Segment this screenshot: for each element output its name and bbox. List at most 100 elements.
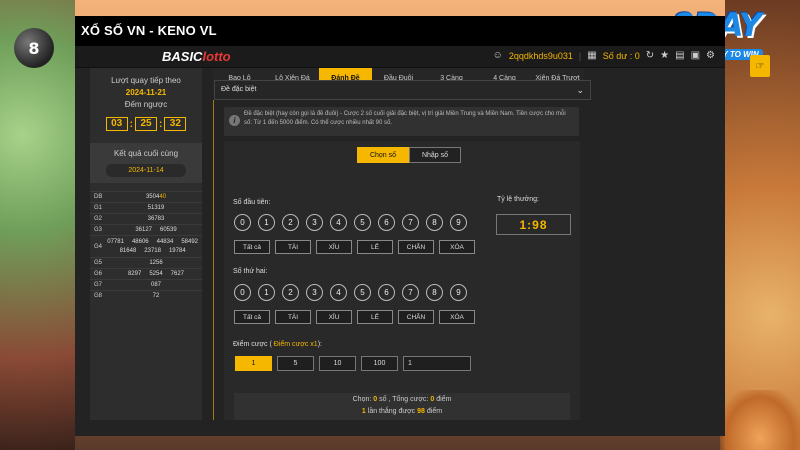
digit-button[interactable]: 7 [402, 214, 419, 231]
prize-number: 36127 [135, 227, 152, 233]
bet-option[interactable]: 10 [319, 356, 356, 371]
special-prize-number: 350440 [146, 194, 166, 200]
balance: Số dư : 0 [602, 50, 640, 61]
input-mode-toggle: Chọn số Nhập số [357, 147, 461, 163]
trophy-icon[interactable]: ★ [660, 50, 669, 61]
results-table: DB 350440 G1 51319 G2 36783 G3 36127 60539 G4… [90, 191, 202, 301]
prize-value: 8297 5254 7627 [110, 271, 202, 277]
settings-icon[interactable]: ⚙ [706, 50, 715, 61]
digit-button[interactable]: 1 [258, 284, 275, 301]
bet-amount-label: Điểm cược ( Điểm cược x1): [233, 341, 322, 348]
countdown-minutes: 25 [135, 117, 157, 131]
prize-value: 1256 [110, 260, 202, 266]
prize-number: 7627 [170, 271, 185, 277]
bet-option[interactable]: 100 [361, 356, 398, 371]
digit-button[interactable]: 2 [282, 214, 299, 231]
bet-summary: Chọn: 0 số , Tổng cược: 0 điểm 1 lần thắ… [234, 393, 570, 420]
prize-value: 350440 [110, 194, 202, 200]
bet-option[interactable]: 1 [235, 356, 272, 371]
prize-number: 48606 [131, 239, 149, 245]
rules-info-box: i Đề đặc biệt (hay còn gọi là đề đuôi) -… [224, 107, 579, 136]
coins-decoration [720, 390, 800, 450]
digit-button[interactable]: 1 [258, 214, 275, 231]
second-digit-quick-row: Tất cả TÀI XỈU LẺ CHẴN XÓA [234, 310, 475, 324]
result-row-g6: G6 8297 5254 7627 [90, 268, 202, 279]
prize-value: 72 [110, 293, 202, 299]
result-row-g2: G2 36783 [90, 213, 202, 224]
digit-button[interactable]: 4 [330, 214, 347, 231]
bet-option[interactable]: 5 [277, 356, 314, 371]
digit-button[interactable]: 0 [234, 284, 251, 301]
next-draw-date: 2024-11-21 [125, 88, 167, 97]
digit-button[interactable]: 3 [306, 284, 323, 301]
select-all-button[interactable]: Tất cả [234, 310, 270, 324]
xiu-button[interactable]: XỈU [316, 240, 352, 254]
prize-value: 087 [110, 282, 202, 288]
pick-number-button[interactable]: Chọn số [357, 147, 409, 163]
countdown-hours: 03 [105, 117, 128, 131]
select-all-button[interactable]: Tất cả [234, 240, 270, 254]
tai-button[interactable]: TÀI [275, 240, 311, 254]
odd-button[interactable]: LẺ [357, 310, 393, 324]
prize-number: 087 [150, 282, 161, 288]
picked-unit: số , [379, 396, 391, 403]
digit-button[interactable]: 9 [450, 284, 467, 301]
digit-button[interactable]: 5 [354, 214, 371, 231]
document-icon[interactable]: ▣ [691, 50, 700, 61]
prize-label: G8 [94, 293, 103, 299]
picked-count: 0 [373, 396, 378, 403]
prize-number: 72 [152, 293, 160, 299]
prize-number: 07781 [107, 239, 124, 245]
hand-pointer-icon[interactable]: ☞ [750, 55, 770, 77]
user-icon: ☺ [492, 50, 503, 61]
payout-ratio-value: 1:98 [496, 214, 571, 235]
digit-button[interactable]: 6 [378, 214, 395, 231]
bet-subtype-select[interactable]: Đề đặc biệt ⌄ [214, 80, 591, 100]
clear-button[interactable]: XÓA [439, 310, 475, 324]
first-digit-row: 0 1 2 3 4 5 6 7 8 9 [234, 214, 467, 231]
digit-button[interactable]: 9 [450, 214, 467, 231]
digit-button[interactable]: 8 [426, 284, 443, 301]
logo-accent: lotto [202, 49, 231, 64]
digit-button[interactable]: 5 [354, 284, 371, 301]
prize-number: 8297 [127, 271, 142, 277]
bet-label-end: ): [317, 341, 322, 348]
basiclotto-logo[interactable]: BASIClotto [162, 49, 231, 64]
bet-amount-input[interactable]: 1 [403, 356, 471, 371]
tai-button[interactable]: TÀI [275, 310, 311, 324]
result-row-g8: G8 72 [90, 290, 202, 301]
calendar-icon[interactable]: ▤ [675, 50, 684, 61]
special-prize-head: 3504 [145, 194, 160, 200]
prize-number: 44834 [156, 239, 174, 245]
digit-button[interactable]: 3 [306, 214, 323, 231]
prize-number: 36783 [147, 216, 165, 222]
digit-button[interactable]: 8 [426, 214, 443, 231]
first-digit-label: Số đầu tiên: [233, 199, 271, 206]
digit-button[interactable]: 4 [330, 284, 347, 301]
even-button[interactable]: CHẴN [398, 240, 434, 254]
clear-button[interactable]: XÓA [439, 240, 475, 254]
win-multiplier: 1 [361, 408, 366, 415]
enter-number-button[interactable]: Nhập số [409, 147, 461, 163]
digit-button[interactable]: 7 [402, 284, 419, 301]
xiu-button[interactable]: XỈU [316, 310, 352, 324]
total-value: 0 [430, 396, 435, 403]
prize-label: G3 [94, 227, 103, 233]
prize-number: 19784 [168, 248, 186, 254]
prize-number: 5254 [149, 271, 163, 277]
username[interactable]: 2qqdkhds9u031 [509, 51, 573, 61]
digit-button[interactable]: 0 [234, 214, 251, 231]
prize-number: 51319 [147, 205, 165, 211]
digit-button[interactable]: 6 [378, 284, 395, 301]
results-date[interactable]: 2024-11-14 [106, 164, 186, 177]
refresh-icon[interactable]: ↻ [646, 50, 654, 61]
win-unit: điểm [426, 408, 443, 415]
even-button[interactable]: CHẴN [398, 310, 434, 324]
countdown-seconds: 32 [164, 117, 187, 131]
timer-colon: : [159, 118, 163, 130]
result-row-db: DB 350440 [90, 191, 202, 202]
digit-button[interactable]: 2 [282, 284, 299, 301]
prize-label: G7 [94, 282, 103, 288]
odd-button[interactable]: LẺ [357, 240, 393, 254]
win-label: lần thắng được [367, 408, 416, 415]
